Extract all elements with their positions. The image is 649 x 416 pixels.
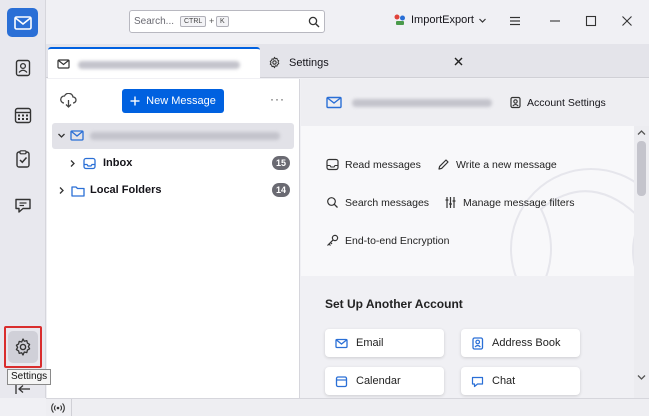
calendar-icon xyxy=(335,375,348,387)
setup-address-book-label: Address Book xyxy=(492,337,561,349)
account-mail-icon xyxy=(326,96,342,109)
search-placeholder: Search... xyxy=(134,16,175,27)
address-book-icon xyxy=(15,59,31,77)
e2e-encryption-label: End-to-end Encryption xyxy=(345,234,450,247)
account-email-redacted xyxy=(352,99,492,107)
new-message-label: New Message xyxy=(146,95,216,107)
filter-sliders-icon xyxy=(445,197,456,208)
plus-icon xyxy=(130,96,140,106)
setup-email-card[interactable]: Email xyxy=(325,329,444,357)
search-messages-label: Search messages xyxy=(345,196,430,209)
tasks-icon xyxy=(16,150,30,168)
import-export-button[interactable]: ImportExport xyxy=(393,13,487,27)
import-export-label: ImportExport xyxy=(411,14,474,26)
inbox-icon xyxy=(83,157,96,170)
account-header: Account Settings xyxy=(301,79,649,126)
mail-icon xyxy=(13,15,32,30)
maximize-icon[interactable] xyxy=(584,14,598,28)
chevron-right-icon[interactable] xyxy=(68,159,77,168)
chevron-down-icon xyxy=(479,18,486,23)
account-settings-icon xyxy=(510,96,521,109)
write-message-link[interactable]: Write a new message xyxy=(437,158,557,171)
inbox-label: Inbox xyxy=(103,157,133,169)
account-name-redacted xyxy=(90,132,280,140)
account-settings-link[interactable]: Account Settings xyxy=(509,96,606,109)
tasks-space-button[interactable] xyxy=(7,143,39,175)
read-messages-label: Read messages xyxy=(345,158,421,171)
setup-address-book-card[interactable]: Address Book xyxy=(461,329,580,357)
setup-section: Set Up Another Account Email Address Boo… xyxy=(301,276,649,398)
e2e-encryption-link[interactable]: End-to-end Encryption xyxy=(326,234,449,247)
scroll-up-arrow-icon[interactable] xyxy=(637,129,646,136)
manage-filters-link[interactable]: Manage message filters xyxy=(444,196,574,209)
chat-icon xyxy=(471,376,484,387)
search-icon[interactable] xyxy=(308,16,320,28)
vertical-scrollbar[interactable] xyxy=(634,126,649,398)
setup-calendar-card[interactable]: Calendar xyxy=(325,367,444,395)
account-settings-label: Account Settings xyxy=(527,96,606,109)
gear-icon xyxy=(269,56,280,69)
account-mail-icon xyxy=(70,130,84,141)
settings-space-button[interactable] xyxy=(8,331,38,363)
gear-icon xyxy=(15,338,31,356)
folder-pane: New Message ··· Inbox 15 Local Folders 1… xyxy=(47,79,300,398)
kbd-ctrl: CTRL xyxy=(180,16,207,27)
kbd-plus: + xyxy=(209,16,215,26)
mail-space-button[interactable] xyxy=(7,8,38,37)
folder-row-inbox[interactable]: Inbox 15 xyxy=(52,152,294,176)
chat-space-button[interactable] xyxy=(7,189,39,221)
address-book-icon xyxy=(472,336,484,350)
tab-settings[interactable]: Settings xyxy=(262,47,472,78)
local-folders-count: 14 xyxy=(272,183,291,197)
tab-account-email-redacted xyxy=(78,61,240,69)
local-folders-label: Local Folders xyxy=(90,184,162,196)
tab-mail[interactable] xyxy=(48,47,260,78)
setup-title: Set Up Another Account xyxy=(325,297,463,311)
import-export-icon xyxy=(394,14,405,25)
kbd-k: K xyxy=(216,16,229,27)
address-book-space-button[interactable] xyxy=(7,52,39,84)
folder-icon xyxy=(71,186,85,197)
get-messages-icon[interactable] xyxy=(60,93,77,108)
calendar-space-button[interactable] xyxy=(7,99,39,131)
global-search-box[interactable]: Search... CTRL + K xyxy=(129,10,325,33)
minimize-icon[interactable] xyxy=(548,14,562,28)
key-icon xyxy=(327,234,339,246)
close-tab-icon[interactable] xyxy=(453,56,464,67)
online-status-icon[interactable] xyxy=(51,402,65,414)
close-window-icon[interactable] xyxy=(620,14,634,28)
search-messages-link[interactable]: Search messages xyxy=(326,196,429,209)
chevron-right-icon[interactable] xyxy=(57,186,66,195)
manage-filters-label: Manage message filters xyxy=(463,196,575,209)
chat-icon xyxy=(15,198,31,213)
setup-email-label: Email xyxy=(356,337,384,349)
pencil-icon xyxy=(438,159,449,170)
new-message-button[interactable]: New Message xyxy=(122,89,224,113)
folder-pane-menu-button[interactable]: ··· xyxy=(270,92,285,106)
settings-tooltip: Settings xyxy=(7,369,52,385)
tab-strip: Settings xyxy=(46,44,649,78)
chevron-down-icon[interactable] xyxy=(57,131,66,140)
search-icon xyxy=(327,197,338,208)
calendar-icon xyxy=(14,107,32,124)
setup-chat-label: Chat xyxy=(492,375,516,387)
mail-tab-icon xyxy=(57,59,70,69)
status-divider xyxy=(71,399,72,416)
setup-chat-card[interactable]: Chat xyxy=(461,367,580,395)
status-bar xyxy=(46,398,649,416)
folder-row-local-folders[interactable]: Local Folders 14 xyxy=(52,179,294,203)
read-messages-icon xyxy=(326,158,339,171)
setup-calendar-label: Calendar xyxy=(356,375,401,387)
scrollbar-thumb[interactable] xyxy=(637,141,646,196)
app-menu-icon[interactable] xyxy=(508,14,522,28)
spaces-toolbar xyxy=(0,0,46,398)
account-central-page: Account Settings Read messages Write a n… xyxy=(301,79,649,398)
account-row[interactable] xyxy=(52,123,294,149)
scroll-down-arrow-icon[interactable] xyxy=(637,374,646,381)
read-messages-link[interactable]: Read messages xyxy=(326,158,421,171)
mail-icon xyxy=(335,338,348,348)
tab-settings-label: Settings xyxy=(289,57,329,69)
write-message-label: Write a new message xyxy=(456,158,557,171)
inbox-unread-count: 15 xyxy=(272,156,291,170)
